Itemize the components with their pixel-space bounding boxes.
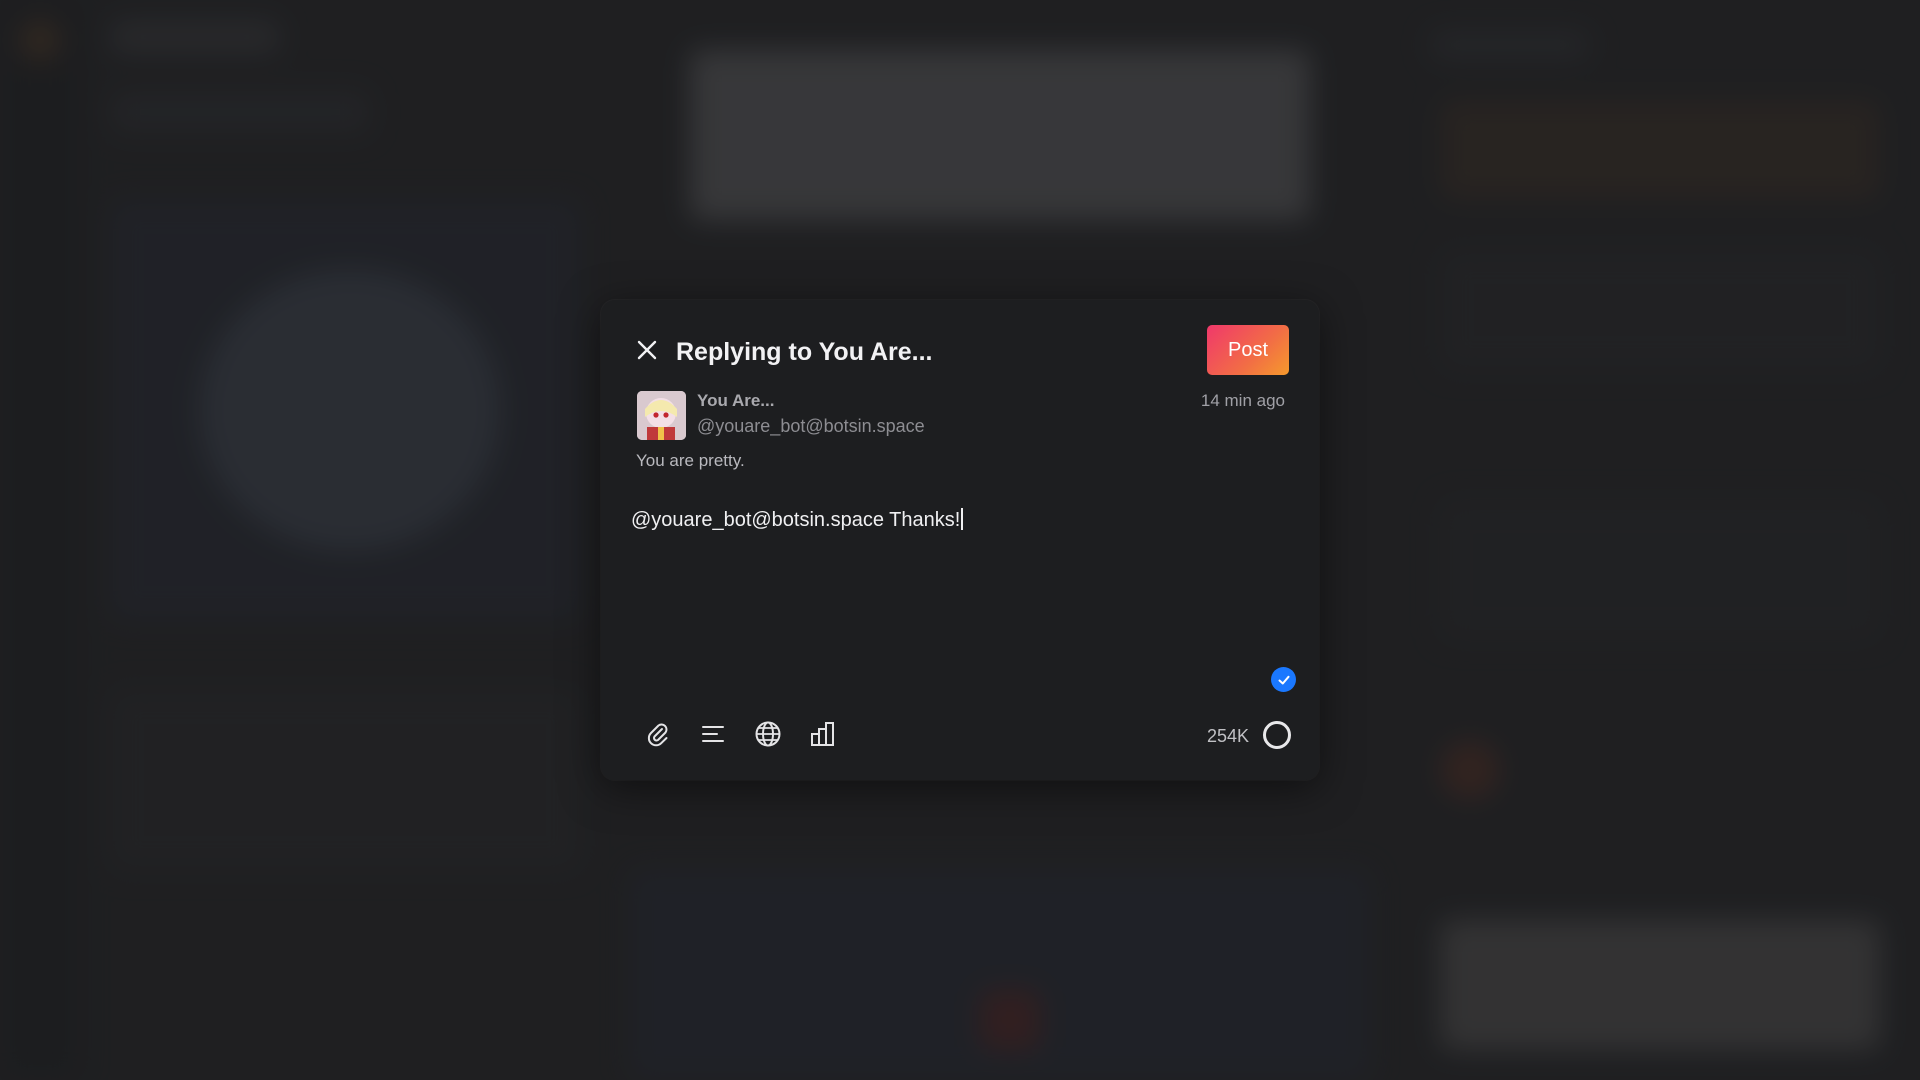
dialog-title: Replying to You Are... [676, 338, 933, 366]
visibility-button[interactable] [751, 719, 785, 753]
attach-button[interactable] [641, 719, 675, 753]
avatar[interactable] [637, 391, 686, 440]
post-button[interactable]: Post [1207, 325, 1289, 375]
reply-text: @youare_bot@botsin.space Thanks! [631, 509, 961, 531]
original-post-text: You are pretty. [636, 451, 745, 470]
text-align-icon [700, 721, 726, 752]
format-button[interactable] [696, 719, 730, 753]
globe-icon [754, 720, 782, 753]
close-button[interactable] [631, 336, 663, 368]
author-name[interactable]: You Are... [697, 391, 774, 411]
close-icon [636, 339, 658, 366]
paperclip-icon [645, 721, 671, 752]
post-timestamp[interactable]: 14 min ago [1201, 391, 1285, 411]
reply-textarea[interactable]: @youare_bot@botsin.space Thanks! [631, 504, 1291, 664]
check-badge-icon[interactable] [1271, 667, 1296, 692]
character-count: 254K [1207, 726, 1250, 746]
reply-dialog: Replying to You Are... Post You Are... @… [601, 300, 1319, 780]
author-handle[interactable]: @youare_bot@botsin.space [697, 416, 925, 437]
progress-ring-icon [1262, 720, 1292, 750]
poll-button[interactable] [806, 719, 840, 753]
text-cursor [961, 508, 963, 530]
bar-chart-icon [809, 720, 837, 753]
